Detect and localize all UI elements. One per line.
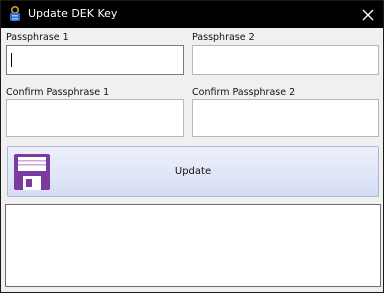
passphrase-1-label: Passphrase 1 bbox=[6, 32, 69, 43]
update-dek-key-window: Update DEK Key Passphrase 1 Passphrase 2… bbox=[0, 0, 384, 293]
update-button-label: Update bbox=[174, 166, 212, 177]
text-caret bbox=[11, 53, 12, 67]
confirm-passphrase-2-label: Confirm Passphrase 2 bbox=[192, 87, 296, 98]
passphrase-2-input[interactable] bbox=[192, 45, 379, 75]
close-icon bbox=[362, 9, 374, 20]
update-button[interactable]: Update bbox=[7, 146, 379, 197]
confirm-passphrase-1-input[interactable] bbox=[6, 99, 184, 137]
output-log-area[interactable] bbox=[5, 204, 381, 287]
window-title: Update DEK Key bbox=[28, 7, 118, 20]
title-bar[interactable]: Update DEK Key bbox=[1, 1, 383, 28]
confirm-passphrase-2-input[interactable] bbox=[192, 99, 379, 137]
key-chain-icon bbox=[10, 6, 20, 21]
passphrase-2-label: Passphrase 2 bbox=[192, 32, 255, 43]
confirm-passphrase-1-label: Confirm Passphrase 1 bbox=[6, 87, 110, 98]
passphrase-1-input[interactable] bbox=[6, 45, 184, 75]
close-button[interactable] bbox=[353, 1, 383, 28]
